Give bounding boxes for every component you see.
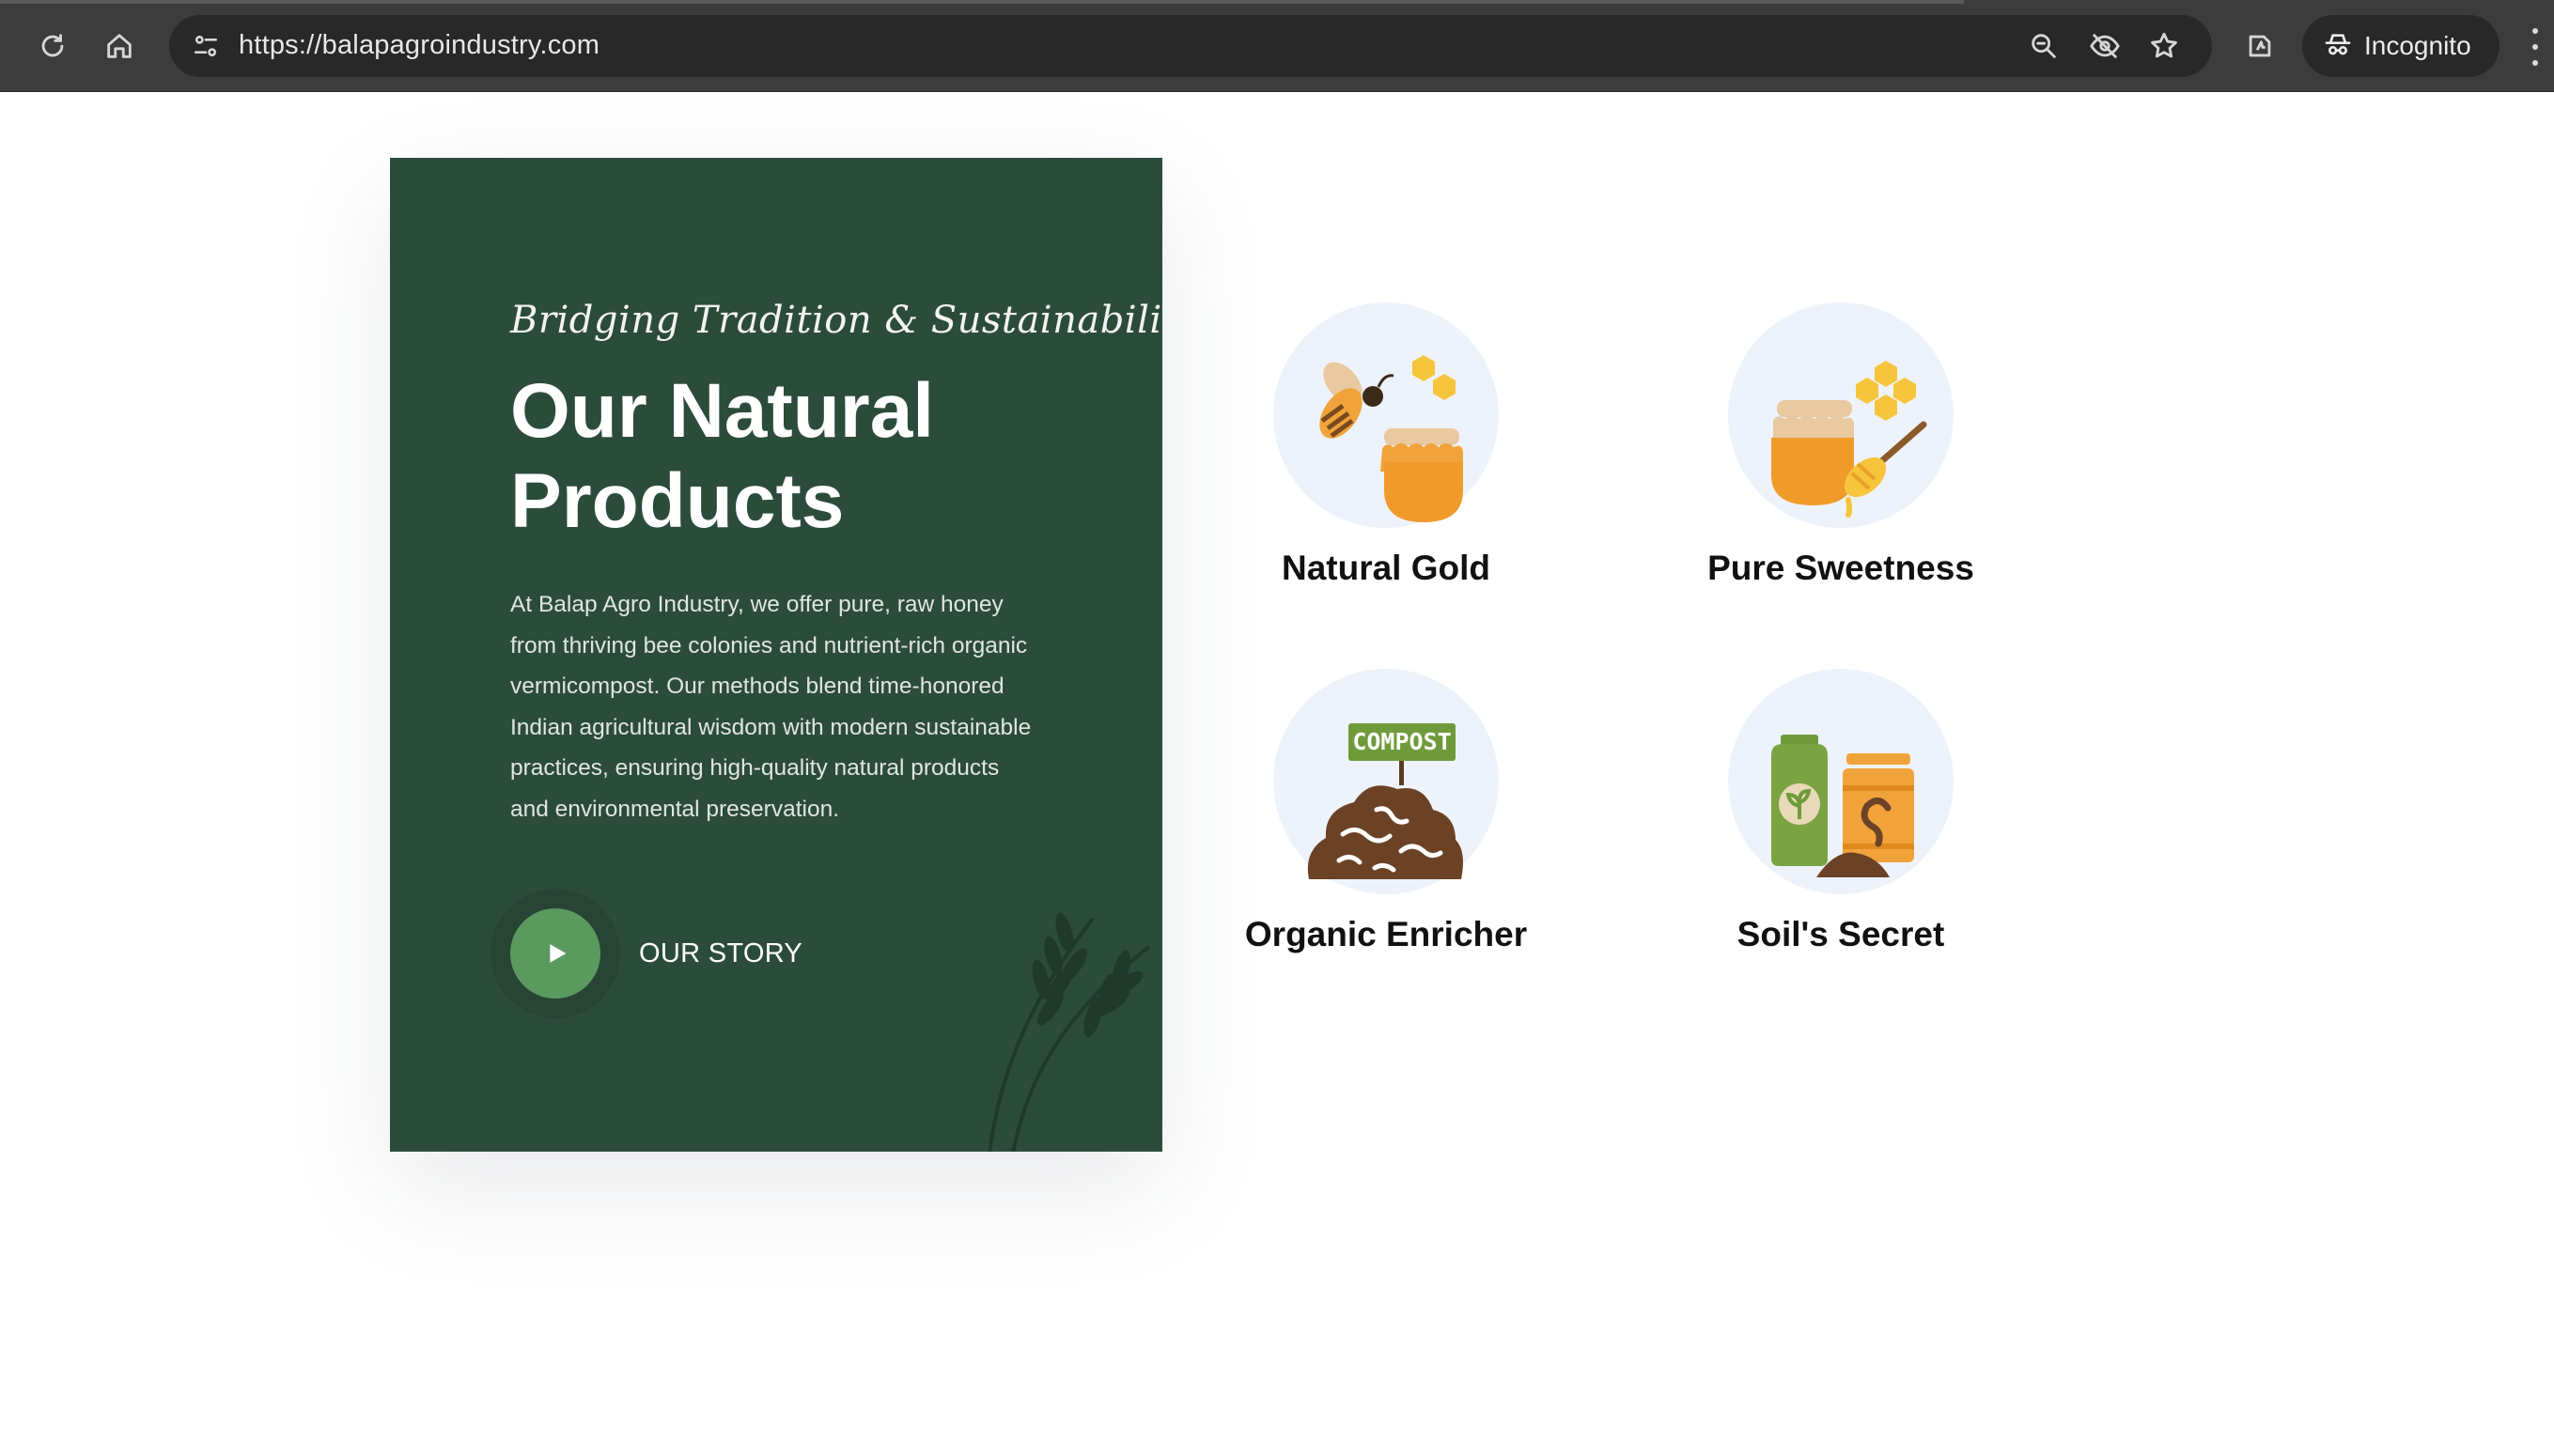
home-icon[interactable] xyxy=(96,23,143,70)
honey-jar-dipper-icon xyxy=(1771,361,1927,518)
reload-icon[interactable] xyxy=(29,23,76,70)
incognito-icon xyxy=(2323,29,2353,64)
fertilizer-bag-jar-icon xyxy=(1771,735,1914,877)
kebab-menu-icon[interactable] xyxy=(2528,28,2543,66)
compost-sign-text: COMPOST xyxy=(1352,728,1451,755)
bee-honey-jar-icon xyxy=(1319,355,1463,522)
product-name[interactable]: Organic Enricher xyxy=(1207,915,1565,954)
product-natural-gold[interactable]: Natural Gold xyxy=(1207,302,1565,622)
browser-toolbar: https://balapagroindustry.com Incognito xyxy=(0,0,2554,92)
tab-strip-edge xyxy=(0,0,1964,4)
tune-icon[interactable] xyxy=(182,23,229,70)
hero-tagline: Bridging Tradition & Sustainability xyxy=(510,299,1162,342)
product-soils-secret[interactable]: Soil's Secret xyxy=(1662,669,2019,988)
our-story-button[interactable]: OUR STORY xyxy=(491,889,802,1018)
play-icon[interactable] xyxy=(510,908,600,999)
incognito-profile-button[interactable]: Incognito xyxy=(2302,15,2499,77)
product-name[interactable]: Pure Sweetness xyxy=(1662,549,2019,588)
product-organic-enricher[interactable]: COMPOST Organic Enricher xyxy=(1207,669,1565,988)
address-bar[interactable]: https://balapagroindustry.com xyxy=(169,15,2212,77)
product-name[interactable]: Soil's Secret xyxy=(1662,915,2019,954)
extension-icon[interactable] xyxy=(2236,23,2283,70)
zoom-icon[interactable] xyxy=(2022,24,2065,68)
our-story-label[interactable]: OUR STORY xyxy=(639,938,802,969)
star-icon[interactable] xyxy=(2142,24,2186,68)
hero-heading: Our Natural Products xyxy=(510,368,935,544)
hero-card: Bridging Tradition & Sustainability Our … xyxy=(390,158,1162,1152)
product-name[interactable]: Natural Gold xyxy=(1207,549,1565,588)
wheat-icon xyxy=(988,912,1151,1152)
incognito-label: Incognito xyxy=(2364,31,2471,60)
product-pure-sweetness[interactable]: Pure Sweetness xyxy=(1662,302,2019,622)
url-text[interactable]: https://balapagroindustry.com xyxy=(239,30,600,61)
eye-off-icon[interactable] xyxy=(2083,24,2126,68)
compost-worms-icon: COMPOST xyxy=(1307,723,1463,879)
play-ring[interactable] xyxy=(491,889,620,1018)
hero-description: At Balap Agro Industry, we offer pure, r… xyxy=(510,592,1032,822)
